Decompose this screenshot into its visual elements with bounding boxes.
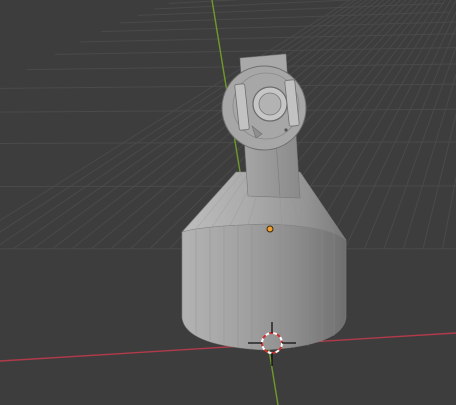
3d-viewport[interactable]	[0, 0, 456, 405]
grid-line	[0, 141, 456, 144]
small-pin	[284, 128, 288, 132]
grid-line	[422, 112, 456, 249]
center-hole	[258, 92, 282, 116]
grid-line	[101, 21, 456, 33]
mesh-object[interactable]	[181, 53, 347, 351]
cylinder-body[interactable]	[181, 223, 347, 351]
grid-line	[344, 11, 456, 249]
object-origin-dot[interactable]	[266, 225, 274, 233]
grid-line	[79, 33, 456, 43]
grid-line	[403, 73, 456, 249]
viewport-canvas[interactable]	[0, 0, 456, 405]
grid-line	[383, 46, 456, 249]
